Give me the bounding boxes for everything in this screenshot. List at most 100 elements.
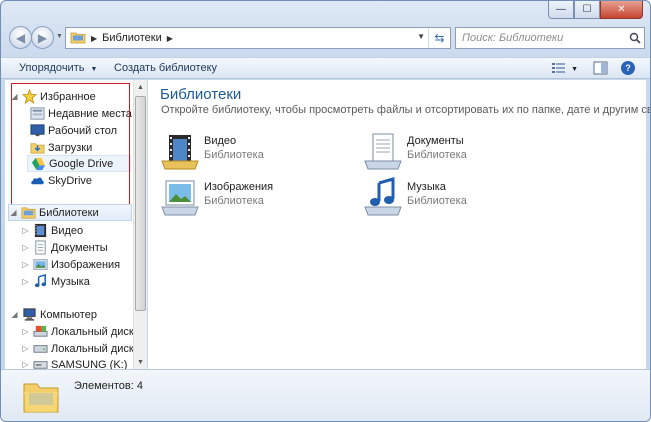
expanded-arrow-icon[interactable]: ◢ — [9, 208, 18, 217]
tree-computer[interactable]: ◢ Компьютер — [10, 306, 97, 323]
tree-item-google-drive[interactable]: Google Drive — [27, 155, 131, 172]
library-name: Документы — [407, 135, 464, 147]
favorites-star-icon — [21, 89, 37, 105]
music-library-icon — [32, 274, 48, 290]
library-kind: Библиотека — [204, 149, 264, 161]
tree-favorites-label: Избранное — [40, 90, 96, 103]
change-view-button[interactable]: ▼ — [551, 61, 578, 78]
tree-item-drive-d[interactable]: ▷ Локальный диск (D — [21, 340, 146, 357]
search-box[interactable]: Поиск: Библиотеки — [455, 27, 645, 49]
tree-item-music[interactable]: ▷ Музыка — [21, 273, 90, 290]
pictures-library-icon — [32, 257, 48, 273]
tree-libraries-label: Библиотеки — [39, 206, 99, 219]
tree-item-label: Изображения — [51, 258, 121, 271]
library-kind: Библиотека — [407, 149, 467, 161]
tree-item-label: Видео — [51, 224, 84, 237]
video-library-icon — [32, 223, 48, 239]
library-tile-documents[interactable]: Документы Библиотека — [363, 131, 563, 171]
collapsed-arrow-icon[interactable]: ▷ — [21, 226, 30, 235]
expanded-arrow-icon[interactable]: ◢ — [10, 310, 19, 319]
caption-buttons: — ☐ ✕ — [548, 1, 643, 19]
usb-drive-icon — [32, 357, 48, 370]
breadcrumb-chevron-icon[interactable]: ▶ — [91, 34, 97, 43]
tree-item-label: Недавние места — [48, 107, 132, 120]
tree-item-label: Музыка — [51, 275, 90, 288]
tree-libraries[interactable]: ◢ Библиотеки — [8, 204, 132, 221]
computer-icon — [21, 307, 37, 323]
help-button[interactable]: ? — [621, 61, 635, 75]
explorer-window: — ☐ ✕ ◀ ▶ ▼ ▶ Библиотеки ▶ ▼ ⇆ Поиск: Би… — [0, 0, 651, 422]
chevron-down-icon: ▼ — [571, 66, 578, 73]
search-icon[interactable] — [626, 29, 644, 47]
collapsed-arrow-icon[interactable]: ▷ — [21, 344, 30, 353]
item-count: Элементов: 4 — [74, 380, 143, 392]
tree-item-label: Рабочий стол — [48, 124, 118, 137]
tree-item-drive-c[interactable]: ▷ Локальный диск (C — [21, 323, 146, 340]
drive-c-icon — [32, 324, 48, 340]
tree-item-label: SkyDrive — [48, 174, 93, 187]
skydrive-icon — [29, 173, 45, 189]
refresh-button[interactable]: ⇆ — [428, 28, 450, 48]
expanded-arrow-icon[interactable]: ◢ — [10, 92, 19, 101]
breadcrumb-chevron-icon[interactable]: ▶ — [167, 34, 173, 43]
preview-pane-button[interactable] — [593, 61, 608, 78]
collapsed-arrow-icon[interactable]: ▷ — [21, 277, 30, 286]
scroll-down-icon[interactable]: ▼ — [134, 355, 147, 369]
google-drive-icon — [30, 156, 46, 172]
recent-pages-dropdown[interactable]: ▼ — [56, 33, 64, 43]
page-description: Откройте библиотеку, чтобы просмотреть ф… — [161, 104, 651, 116]
downloads-icon — [29, 140, 45, 156]
search-input[interactable]: Поиск: Библиотеки — [456, 32, 626, 44]
desktop-icon — [29, 123, 45, 139]
tree-item-label: Документы — [51, 241, 108, 254]
collapsed-arrow-icon[interactable]: ▷ — [21, 260, 30, 269]
library-name: Изображения — [204, 181, 274, 193]
back-arrow-icon: ◀ — [15, 30, 26, 45]
library-name: Видео — [204, 135, 237, 147]
forward-button[interactable]: ▶ — [31, 26, 54, 49]
library-folder-icon — [70, 30, 86, 47]
navigation-scrollbar[interactable]: ▲ ▼ — [133, 80, 147, 369]
library-tile-video[interactable]: Видео Библиотека — [160, 131, 360, 171]
tree-computer-label: Компьютер — [40, 308, 97, 321]
pictures-library-icon — [160, 177, 200, 217]
tree-favorites[interactable]: ◢ Избранное — [10, 88, 96, 105]
documents-library-icon — [32, 240, 48, 256]
address-dropdown-icon[interactable]: ▼ — [417, 32, 425, 41]
library-tile-music[interactable]: Музыка Библиотека — [363, 177, 563, 217]
navigation-pane: ◢ Избранное Недавние места Рабочий стол … — [5, 80, 147, 369]
preview-pane-icon — [593, 61, 608, 78]
library-folder-icon — [21, 376, 61, 419]
scroll-up-icon[interactable]: ▲ — [134, 80, 147, 94]
tree-item-downloads[interactable]: Загрузки — [29, 139, 92, 156]
tree-item-pictures[interactable]: ▷ Изображения — [21, 256, 120, 273]
address-bar[interactable]: ▶ Библиотеки ▶ ▼ ⇆ — [65, 27, 451, 49]
maximize-button[interactable]: ☐ — [574, 1, 600, 19]
tree-item-desktop[interactable]: Рабочий стол — [29, 122, 117, 139]
tree-item-documents[interactable]: ▷ Документы — [21, 239, 108, 256]
collapsed-arrow-icon[interactable]: ▷ — [21, 360, 30, 369]
collapsed-arrow-icon[interactable]: ▷ — [21, 327, 30, 336]
minimize-button[interactable]: — — [548, 1, 574, 19]
refresh-icon: ⇆ — [434, 31, 445, 45]
collapsed-arrow-icon[interactable]: ▷ — [21, 243, 30, 252]
library-kind: Библиотека — [204, 195, 264, 207]
documents-library-icon — [363, 131, 403, 171]
scrollbar-thumb[interactable] — [135, 96, 146, 311]
organize-button[interactable]: Упорядочить ▼ — [19, 62, 97, 74]
tree-item-recent-places[interactable]: Недавние места — [29, 105, 132, 122]
recent-places-icon — [29, 106, 45, 122]
tree-item-video[interactable]: ▷ Видео — [21, 222, 83, 239]
create-library-button[interactable]: Создать библиотеку — [114, 62, 217, 74]
tree-item-samsung[interactable]: ▷ SAMSUNG (K:) — [21, 356, 127, 370]
page-title: Библиотеки — [160, 86, 242, 103]
library-tile-pictures[interactable]: Изображения Библиотека — [160, 177, 360, 217]
help-icon: ? — [625, 63, 631, 73]
libraries-icon — [20, 205, 36, 221]
command-bar: Упорядочить ▼ Создать библиотеку ▼ ? — [1, 57, 650, 79]
back-button[interactable]: ◀ — [9, 26, 32, 49]
breadcrumb-libraries[interactable]: Библиотеки — [102, 32, 162, 44]
forward-arrow-icon: ▶ — [37, 30, 48, 45]
tree-item-skydrive[interactable]: SkyDrive — [29, 172, 92, 189]
close-button[interactable]: ✕ — [600, 1, 643, 19]
